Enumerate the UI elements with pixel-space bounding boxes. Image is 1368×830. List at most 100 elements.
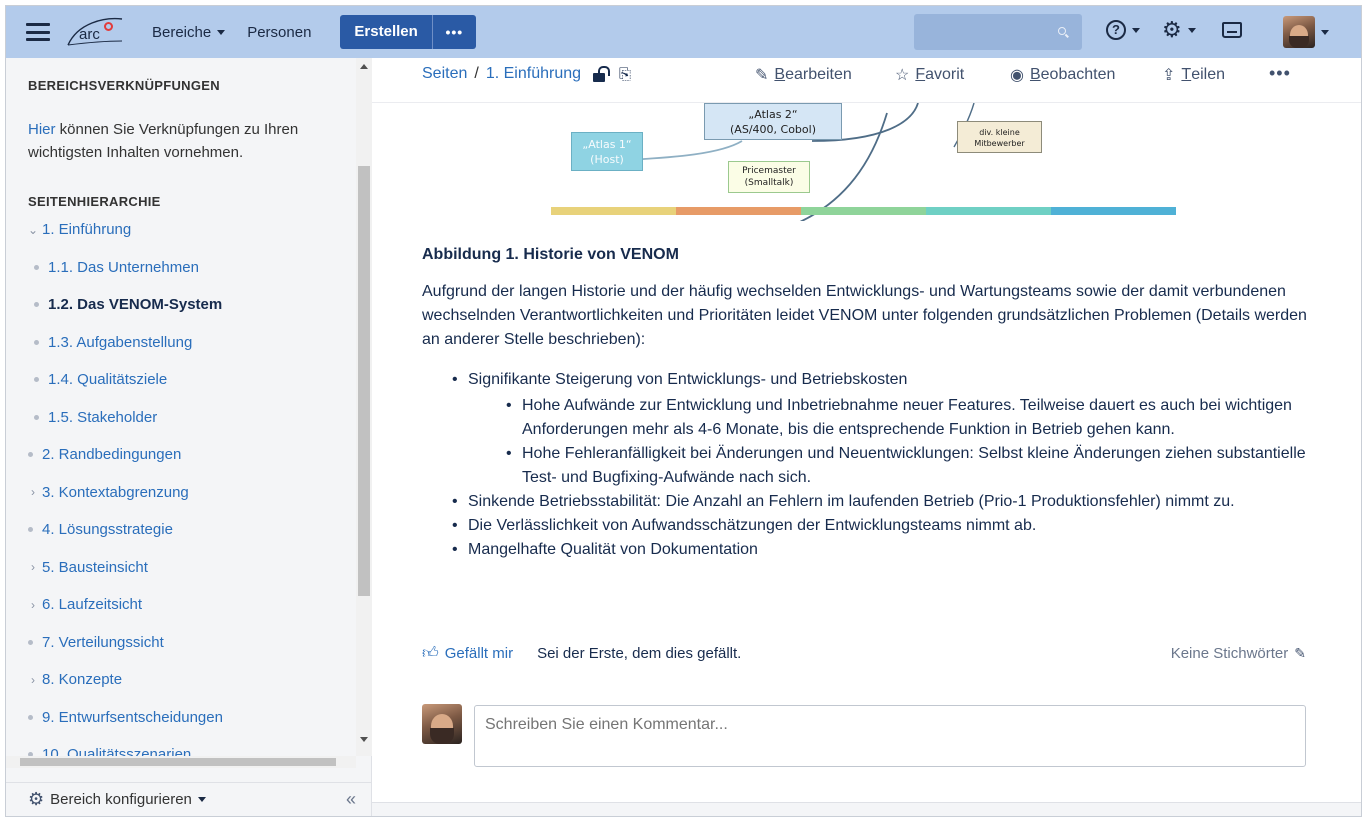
watch-button[interactable]: ◉ Beobachten xyxy=(1010,65,1115,85)
bullet-icon xyxy=(34,264,39,270)
list-item-text: Signifikante Steigerung von Entwicklungs… xyxy=(468,371,908,388)
sidebar-tree-item[interactable]: › 5. Bausteinsicht xyxy=(28,559,148,576)
breadcrumb-parent-link[interactable]: 1. Einführung xyxy=(486,65,581,83)
like-button[interactable]: 👍︎ Gefällt mir xyxy=(422,644,513,663)
page-footer-strip xyxy=(372,802,1361,816)
sidebar-tree-item[interactable]: 1.4. Qualitätsziele xyxy=(34,371,167,388)
menu-icon[interactable] xyxy=(26,23,50,41)
list-item-text: Sinkende Betriebsstabilität: Die Anzahl … xyxy=(468,493,1235,510)
create-button[interactable]: Erstellen xyxy=(340,15,432,49)
labels-area: Keine Stichwörter ✎ xyxy=(1171,645,1306,662)
sidebar-tree-label: 1.4. Qualitätsziele xyxy=(48,371,168,388)
sidebar-tree-item[interactable]: › 3. Kontextabgrenzung xyxy=(28,484,189,501)
sidebar-tree-label: 9. Entwurfsentscheidungen xyxy=(42,708,223,726)
timeline-segment xyxy=(926,207,1051,215)
collapse-sidebar-icon[interactable]: « xyxy=(346,789,356,810)
sidebar-tree-item[interactable]: 2. Randbedingungen xyxy=(28,446,181,463)
share-accel-key: T xyxy=(1181,66,1192,83)
pencil-icon[interactable]: ✎ xyxy=(1294,645,1306,662)
unlock-icon[interactable] xyxy=(593,66,611,82)
favorite-button[interactable]: ☆ Favorit xyxy=(895,65,964,85)
list-item: Die Verlässlichkeit von Aufwandsschätzun… xyxy=(452,514,1312,538)
top-navigation-bar: arc Bereiche Personen Erstellen ••• ? ⚙ xyxy=(6,6,1361,58)
nav-spaces[interactable]: Bereiche xyxy=(152,24,226,41)
watch-accel-key: B xyxy=(1029,66,1041,83)
timeline-segment xyxy=(676,207,801,215)
scrollbar-thumb[interactable] xyxy=(20,758,336,766)
sidebar-vertical-scrollbar[interactable] xyxy=(356,58,372,756)
star-icon: ☆ xyxy=(895,67,910,84)
breadcrumb-separator: / xyxy=(474,65,479,82)
share-icon: ⇪ xyxy=(1162,67,1176,84)
create-more-button[interactable]: ••• xyxy=(431,15,476,49)
notifications-button[interactable] xyxy=(1222,22,1242,38)
share-button[interactable]: ⇪ Teilen xyxy=(1162,65,1225,85)
list-item-text: Hohe Aufwände zur Entwicklung und Inbetr… xyxy=(522,397,1292,438)
nested-list: Hohe Aufwände zur Entwicklung und Inbetr… xyxy=(506,394,1312,490)
search-icon xyxy=(1058,27,1066,35)
share-label: eilen xyxy=(1191,66,1225,83)
scroll-down-icon[interactable] xyxy=(360,737,368,742)
chevron-right-icon[interactable]: › xyxy=(28,598,38,612)
chevron-down-icon[interactable]: ⌄ xyxy=(28,223,38,237)
chevron-right-icon[interactable]: › xyxy=(28,673,38,687)
attachment-icon[interactable]: ⎘ xyxy=(619,66,631,83)
sidebar-horizontal-scrollbar[interactable] xyxy=(6,756,356,768)
sidebar-tree-item[interactable]: 1.1. Das Unternehmen xyxy=(34,259,199,276)
sidebar-tree-item[interactable]: 4. Lösungsstrategie xyxy=(28,521,173,538)
edit-label: earbeiten xyxy=(785,66,852,83)
figure-caption: Abbildung 1. Historie von VENOM xyxy=(422,246,679,263)
shortcuts-here-link[interactable]: Hier xyxy=(28,121,56,138)
sidebar-tree-item[interactable]: ⌄ 1. Einführung xyxy=(28,221,131,238)
sidebar-tree-label: 1.5. Stakeholder xyxy=(48,408,158,426)
diagram-box-competitors: div. kleine Mitbewerber xyxy=(957,121,1042,153)
list-item-text: Hohe Fehleranfälligkeit bei Änderungen u… xyxy=(522,445,1306,486)
sidebar-tree-label: 6. Laufzeitsicht xyxy=(42,596,143,613)
sidebar-tree-item[interactable]: 9. Entwurfsentscheidungen xyxy=(28,709,223,726)
app-logo[interactable]: arc xyxy=(64,15,126,49)
timeline-segment xyxy=(1051,207,1176,215)
like-label: Gefällt mir xyxy=(444,645,514,662)
nav-people[interactable]: Personen xyxy=(247,24,311,41)
sidebar-tree-item[interactable]: 10. Qualitätsszenarien xyxy=(28,746,191,756)
scroll-up-icon[interactable] xyxy=(360,64,368,69)
more-actions-button[interactable]: ••• xyxy=(1269,63,1291,84)
sidebar-tree-item[interactable]: › 8. Konzepte xyxy=(28,671,122,688)
edit-button[interactable]: ✎ Bearbeiten xyxy=(755,65,852,85)
bullet-icon xyxy=(28,527,33,532)
bullet-icon xyxy=(34,302,39,307)
chevron-right-icon[interactable]: › xyxy=(28,485,38,499)
like-row: 👍︎ Gefällt mir Sei der Erste, dem dies g… xyxy=(422,644,1306,663)
search-input[interactable] xyxy=(914,14,1082,50)
page-tree-heading: SEITENHIERARCHIE xyxy=(28,194,161,209)
pencil-icon: ✎ xyxy=(755,67,769,84)
help-menu[interactable]: ? xyxy=(1106,20,1140,40)
sidebar-tree-item[interactable]: 1.3. Aufgabenstellung xyxy=(34,334,192,351)
bullet-icon xyxy=(28,714,33,720)
sidebar-tree-label: 4. Lösungsstrategie xyxy=(42,521,173,538)
competitors-line1: div. kleine xyxy=(979,128,1020,137)
sidebar-tree-item[interactable]: 7. Verteilungssicht xyxy=(28,634,164,651)
logo-mark-icon xyxy=(104,22,113,31)
chevron-down-icon xyxy=(217,29,226,35)
pricemaster-title: Pricemaster xyxy=(742,166,796,176)
sidebar-tree-item[interactable]: › 6. Laufzeitsicht xyxy=(28,596,142,613)
user-menu[interactable] xyxy=(1283,16,1329,48)
settings-menu[interactable]: ⚙ xyxy=(1162,19,1196,41)
configure-space-button[interactable]: Bereich konfigurieren xyxy=(50,791,206,808)
list-item-text: Mangelhafte Qualität von Dokumentation xyxy=(468,541,758,558)
scrollbar-thumb[interactable] xyxy=(358,166,370,596)
breadcrumb-pages-link[interactable]: Seiten xyxy=(422,65,467,83)
sidebar-tree-label: 8. Konzepte xyxy=(42,671,123,688)
timeline-segment xyxy=(551,207,676,215)
comment-input[interactable] xyxy=(474,705,1306,767)
sidebar-tree-item[interactable]: 1.2. Das VENOM-System xyxy=(34,296,222,313)
inbox-icon xyxy=(1222,22,1242,38)
bullet-icon xyxy=(34,377,39,382)
favorite-accel-key: F xyxy=(915,66,926,83)
breadcrumb: Seiten / 1. Einführung ⎘ xyxy=(422,65,631,83)
sidebar-tree-item[interactable]: 1.5. Stakeholder xyxy=(34,409,157,426)
chevron-down-icon xyxy=(1187,27,1196,33)
problem-list: Signifikante Steigerung von Entwicklungs… xyxy=(452,368,1312,562)
chevron-right-icon[interactable]: › xyxy=(28,560,38,574)
